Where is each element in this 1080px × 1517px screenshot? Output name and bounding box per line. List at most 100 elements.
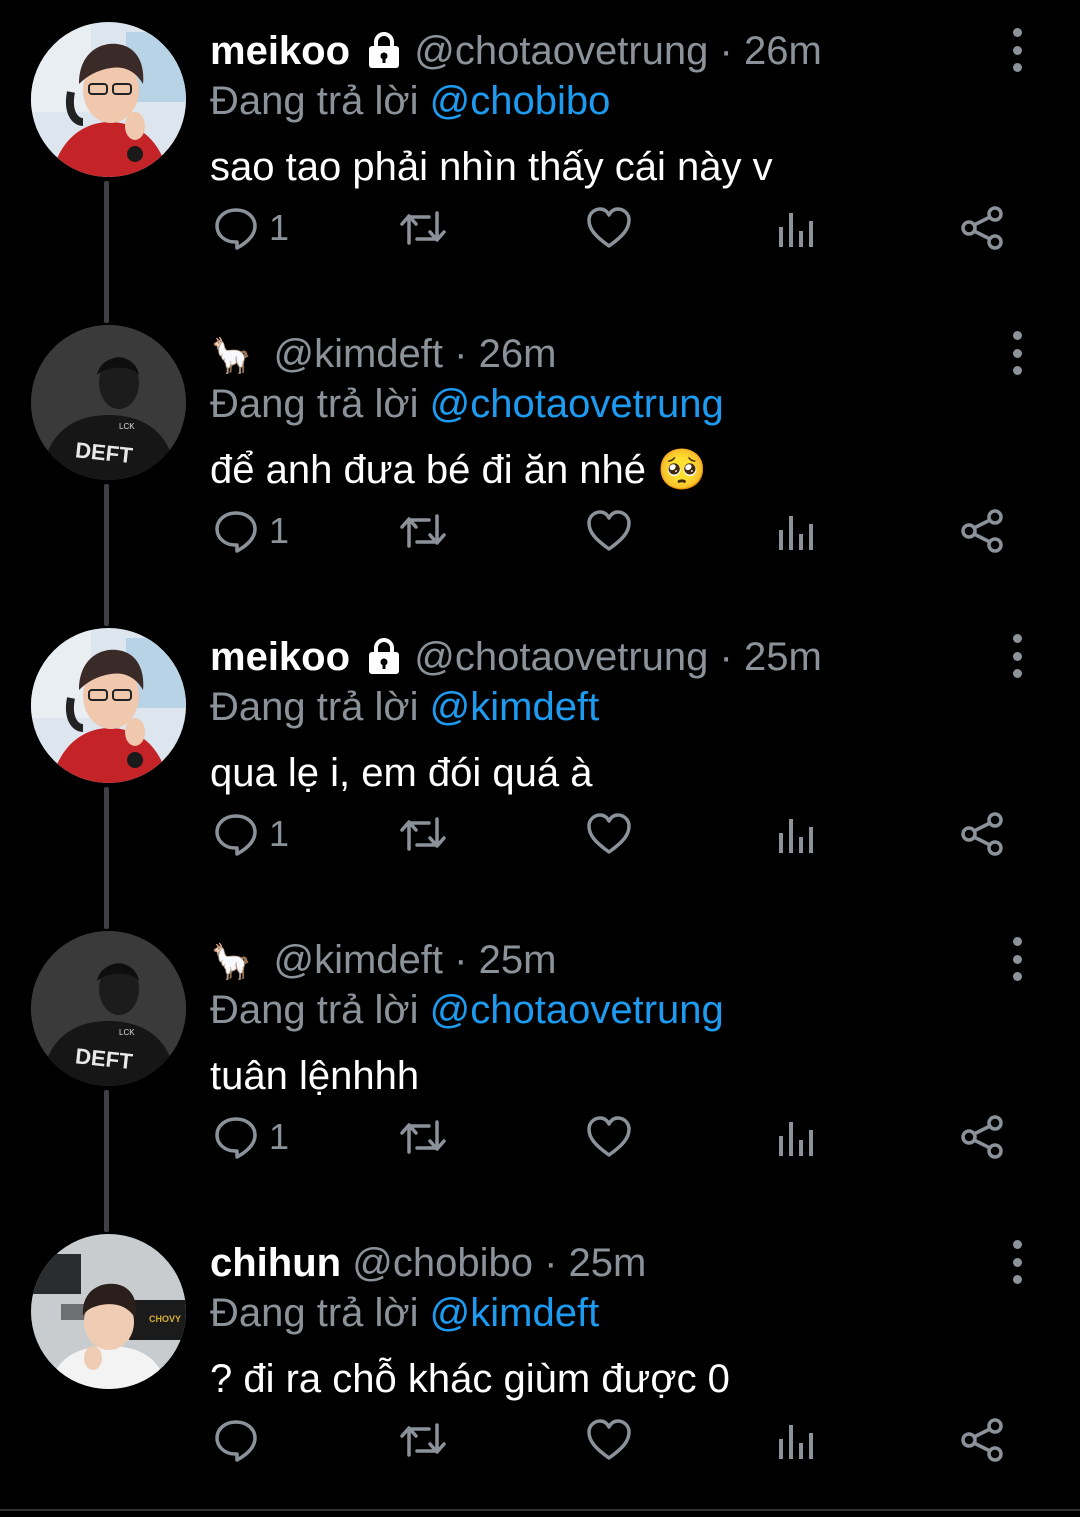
tweet-text: tuân lệnhhh <box>210 1054 420 1098</box>
reply-count: 1 <box>269 813 290 854</box>
like-button[interactable] <box>585 1417 633 1463</box>
tweet-actions: 1 <box>0 811 1080 871</box>
retweet-icon <box>400 817 446 851</box>
avatar[interactable] <box>31 22 186 177</box>
share-icon <box>961 1418 1003 1462</box>
display-name-emoji[interactable]: 🦙 <box>210 337 252 375</box>
avatar[interactable]: LCK DEFT <box>31 931 186 1086</box>
retweet-icon <box>400 1423 446 1457</box>
more-icon[interactable] <box>1005 634 1029 678</box>
lock-icon <box>365 29 403 81</box>
views-button[interactable] <box>776 811 818 857</box>
like-button[interactable] <box>585 508 633 554</box>
like-icon <box>587 1116 631 1157</box>
separator: · <box>454 938 468 982</box>
reply-mention[interactable]: @chobibo <box>430 79 611 123</box>
reply-button[interactable]: 1 <box>213 205 289 251</box>
views-icon <box>779 516 813 550</box>
tweet-text: ? đi ra chỗ khác giùm được 0 <box>210 1357 730 1401</box>
avatar-overlay-text: CHOVY <box>149 1314 181 1324</box>
avatar[interactable]: CHOVY <box>31 1234 186 1389</box>
reply-button[interactable]: 1 <box>213 811 289 857</box>
retweet-button[interactable] <box>397 1417 449 1463</box>
retweet-button[interactable] <box>397 205 449 251</box>
views-button[interactable] <box>776 1417 818 1463</box>
timestamp[interactable]: 25m <box>479 938 557 982</box>
views-button[interactable] <box>776 1114 818 1160</box>
views-icon <box>779 1122 813 1156</box>
views-button[interactable] <box>776 508 818 554</box>
like-icon <box>587 510 631 551</box>
display-name-emoji[interactable]: 🦙 <box>210 943 252 981</box>
separator: · <box>719 29 733 73</box>
reply-icon <box>215 1117 257 1159</box>
like-icon <box>587 207 631 248</box>
tweet-thread: meikoo @chotaovetrung · 26m Đang trả lời… <box>0 0 1080 1515</box>
reply-button[interactable] <box>213 1417 269 1463</box>
reply-button[interactable]: 1 <box>213 508 289 554</box>
retweet-icon <box>400 514 446 548</box>
timestamp[interactable]: 26m <box>479 332 557 376</box>
avatar[interactable] <box>31 628 186 783</box>
handle[interactable]: @chobibo <box>352 1241 533 1285</box>
timestamp[interactable]: 25m <box>569 1241 647 1285</box>
more-icon[interactable] <box>1005 1240 1029 1284</box>
like-icon <box>587 813 631 854</box>
reply-context: Đang trả lời @kimdeft <box>210 1287 599 1339</box>
reply-context: Đang trả lời @kimdeft <box>210 681 599 733</box>
like-button[interactable] <box>585 1114 633 1160</box>
share-button[interactable] <box>960 508 1006 554</box>
tweet[interactable]: LCK DEFT 🦙 @kimdeft · 26m Đang trả lời @… <box>0 303 1080 626</box>
reply-mention[interactable]: @chotaovetrung <box>430 382 724 426</box>
timestamp[interactable]: 25m <box>744 635 822 679</box>
retweet-icon <box>400 211 446 245</box>
display-name[interactable]: chihun <box>210 1241 341 1285</box>
reply-context: Đang trả lời @chobibo <box>210 75 610 127</box>
share-button[interactable] <box>960 811 1006 857</box>
tweet[interactable]: CHOVY chihun @chobibo · 25m Đang trả lời… <box>0 1212 1080 1515</box>
separator: · <box>719 635 733 679</box>
retweet-button[interactable] <box>397 811 449 857</box>
display-name[interactable]: meikoo <box>210 29 350 73</box>
share-button[interactable] <box>960 1417 1006 1463</box>
views-icon <box>779 213 813 247</box>
handle[interactable]: @chotaovetrung <box>414 635 708 679</box>
handle[interactable]: @chotaovetrung <box>414 29 708 73</box>
more-icon[interactable] <box>1005 28 1029 72</box>
share-button[interactable] <box>960 1114 1006 1160</box>
tweet-header: 🦙 @kimdeft · 26m <box>210 328 556 382</box>
handle[interactable]: @kimdeft <box>273 332 443 376</box>
display-name[interactable]: meikoo <box>210 635 350 679</box>
tweet-actions: 1 <box>0 508 1080 568</box>
tweet[interactable]: meikoo @chotaovetrung · 26m Đang trả lời… <box>0 0 1080 323</box>
timestamp[interactable]: 26m <box>744 29 822 73</box>
retweet-icon <box>400 1120 446 1154</box>
tweet-text: sao tao phải nhìn thấy cái này v <box>210 145 773 189</box>
reply-count: 1 <box>269 207 290 248</box>
views-button[interactable] <box>776 205 818 251</box>
tweet[interactable]: LCK DEFT 🦙 @kimdeft · 25m Đang trả lời @… <box>0 909 1080 1232</box>
reply-prefix: Đang trả lời <box>210 382 419 426</box>
reply-prefix: Đang trả lời <box>210 685 419 729</box>
like-button[interactable] <box>585 205 633 251</box>
retweet-button[interactable] <box>397 508 449 554</box>
share-button[interactable] <box>960 205 1006 251</box>
share-icon <box>961 509 1003 553</box>
like-button[interactable] <box>585 811 633 857</box>
pleading-face-emoji: 🥺 <box>657 448 707 492</box>
more-icon[interactable] <box>1005 331 1029 375</box>
tweet-actions <box>0 1417 1080 1477</box>
views-icon <box>779 1425 813 1459</box>
tweet-actions: 1 <box>0 1114 1080 1174</box>
retweet-button[interactable] <box>397 1114 449 1160</box>
reply-mention[interactable]: @kimdeft <box>430 685 600 729</box>
reply-prefix: Đang trả lời <box>210 79 419 123</box>
reply-button[interactable]: 1 <box>213 1114 289 1160</box>
reply-mention[interactable]: @chotaovetrung <box>430 988 724 1032</box>
avatar[interactable]: LCK DEFT <box>31 325 186 480</box>
more-icon[interactable] <box>1005 937 1029 981</box>
tweet-header: chihun @chobibo · 25m <box>210 1237 646 1289</box>
handle[interactable]: @kimdeft <box>273 938 443 982</box>
tweet[interactable]: meikoo @chotaovetrung · 25m Đang trả lời… <box>0 606 1080 929</box>
reply-mention[interactable]: @kimdeft <box>430 1291 600 1335</box>
